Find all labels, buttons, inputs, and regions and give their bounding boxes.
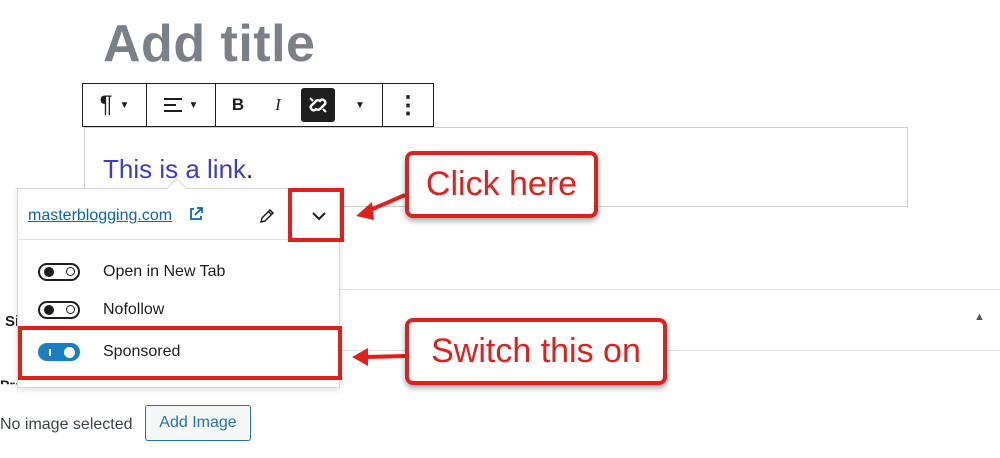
switch-this-on-callout: Switch this on <box>405 318 667 385</box>
click-here-callout: Click here <box>405 151 598 218</box>
annotation-arrows <box>352 193 406 366</box>
